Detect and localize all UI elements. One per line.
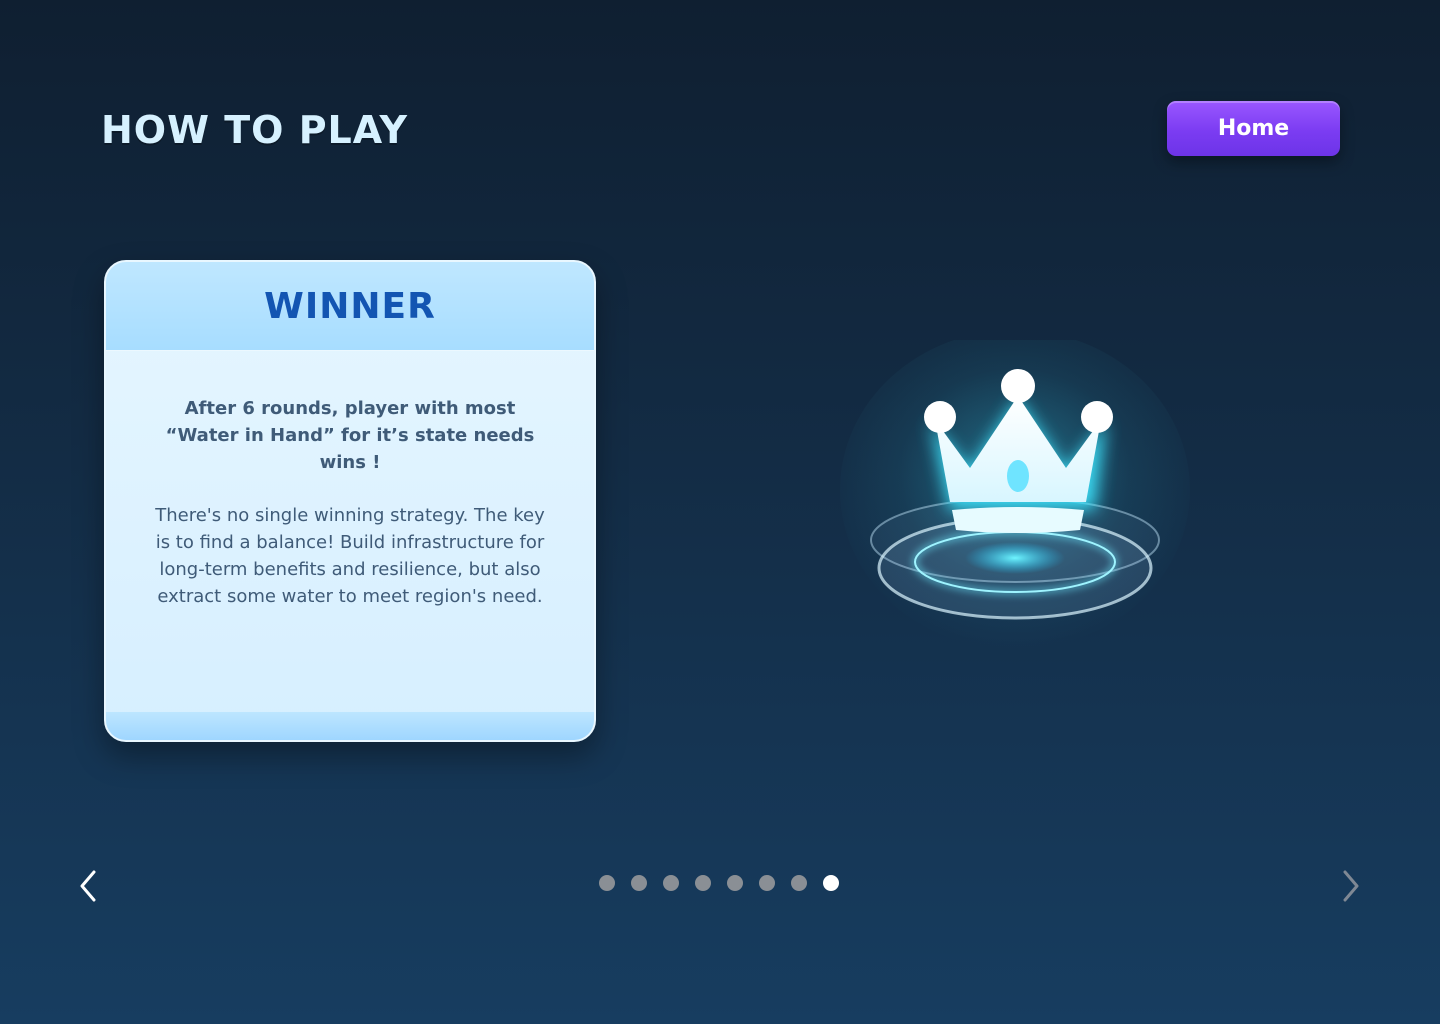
card-header: WINNER bbox=[106, 262, 594, 351]
home-button[interactable]: Home bbox=[1167, 101, 1340, 156]
pagination-dot[interactable] bbox=[599, 875, 615, 891]
pagination-dot[interactable] bbox=[791, 875, 807, 891]
pagination-dot[interactable] bbox=[759, 875, 775, 891]
card-rules-text: After 6 rounds, player with most “Water … bbox=[165, 398, 535, 473]
card-body: After 6 rounds, player with most “Water … bbox=[106, 351, 594, 610]
card-tip-text: There's no single winning strategy. The … bbox=[155, 505, 545, 607]
rule-card: WINNER After 6 rounds, player with most … bbox=[104, 260, 596, 742]
next-button[interactable] bbox=[1331, 866, 1371, 906]
card-footer bbox=[106, 712, 594, 740]
pagination-dot[interactable] bbox=[663, 875, 679, 891]
pagination-dots bbox=[599, 875, 839, 891]
page-title: HOW TO PLAY bbox=[101, 108, 409, 152]
pagination-dot[interactable] bbox=[727, 875, 743, 891]
previous-button[interactable] bbox=[68, 866, 108, 906]
pagination-dot[interactable] bbox=[695, 875, 711, 891]
pagination-dot-active[interactable] bbox=[823, 875, 839, 891]
pagination-dot[interactable] bbox=[631, 875, 647, 891]
crown-icon bbox=[840, 330, 1190, 650]
card-title: WINNER bbox=[264, 285, 436, 327]
crown-illustration bbox=[840, 330, 1190, 660]
chevron-right-icon bbox=[1343, 870, 1359, 902]
chevron-left-icon bbox=[80, 870, 96, 902]
